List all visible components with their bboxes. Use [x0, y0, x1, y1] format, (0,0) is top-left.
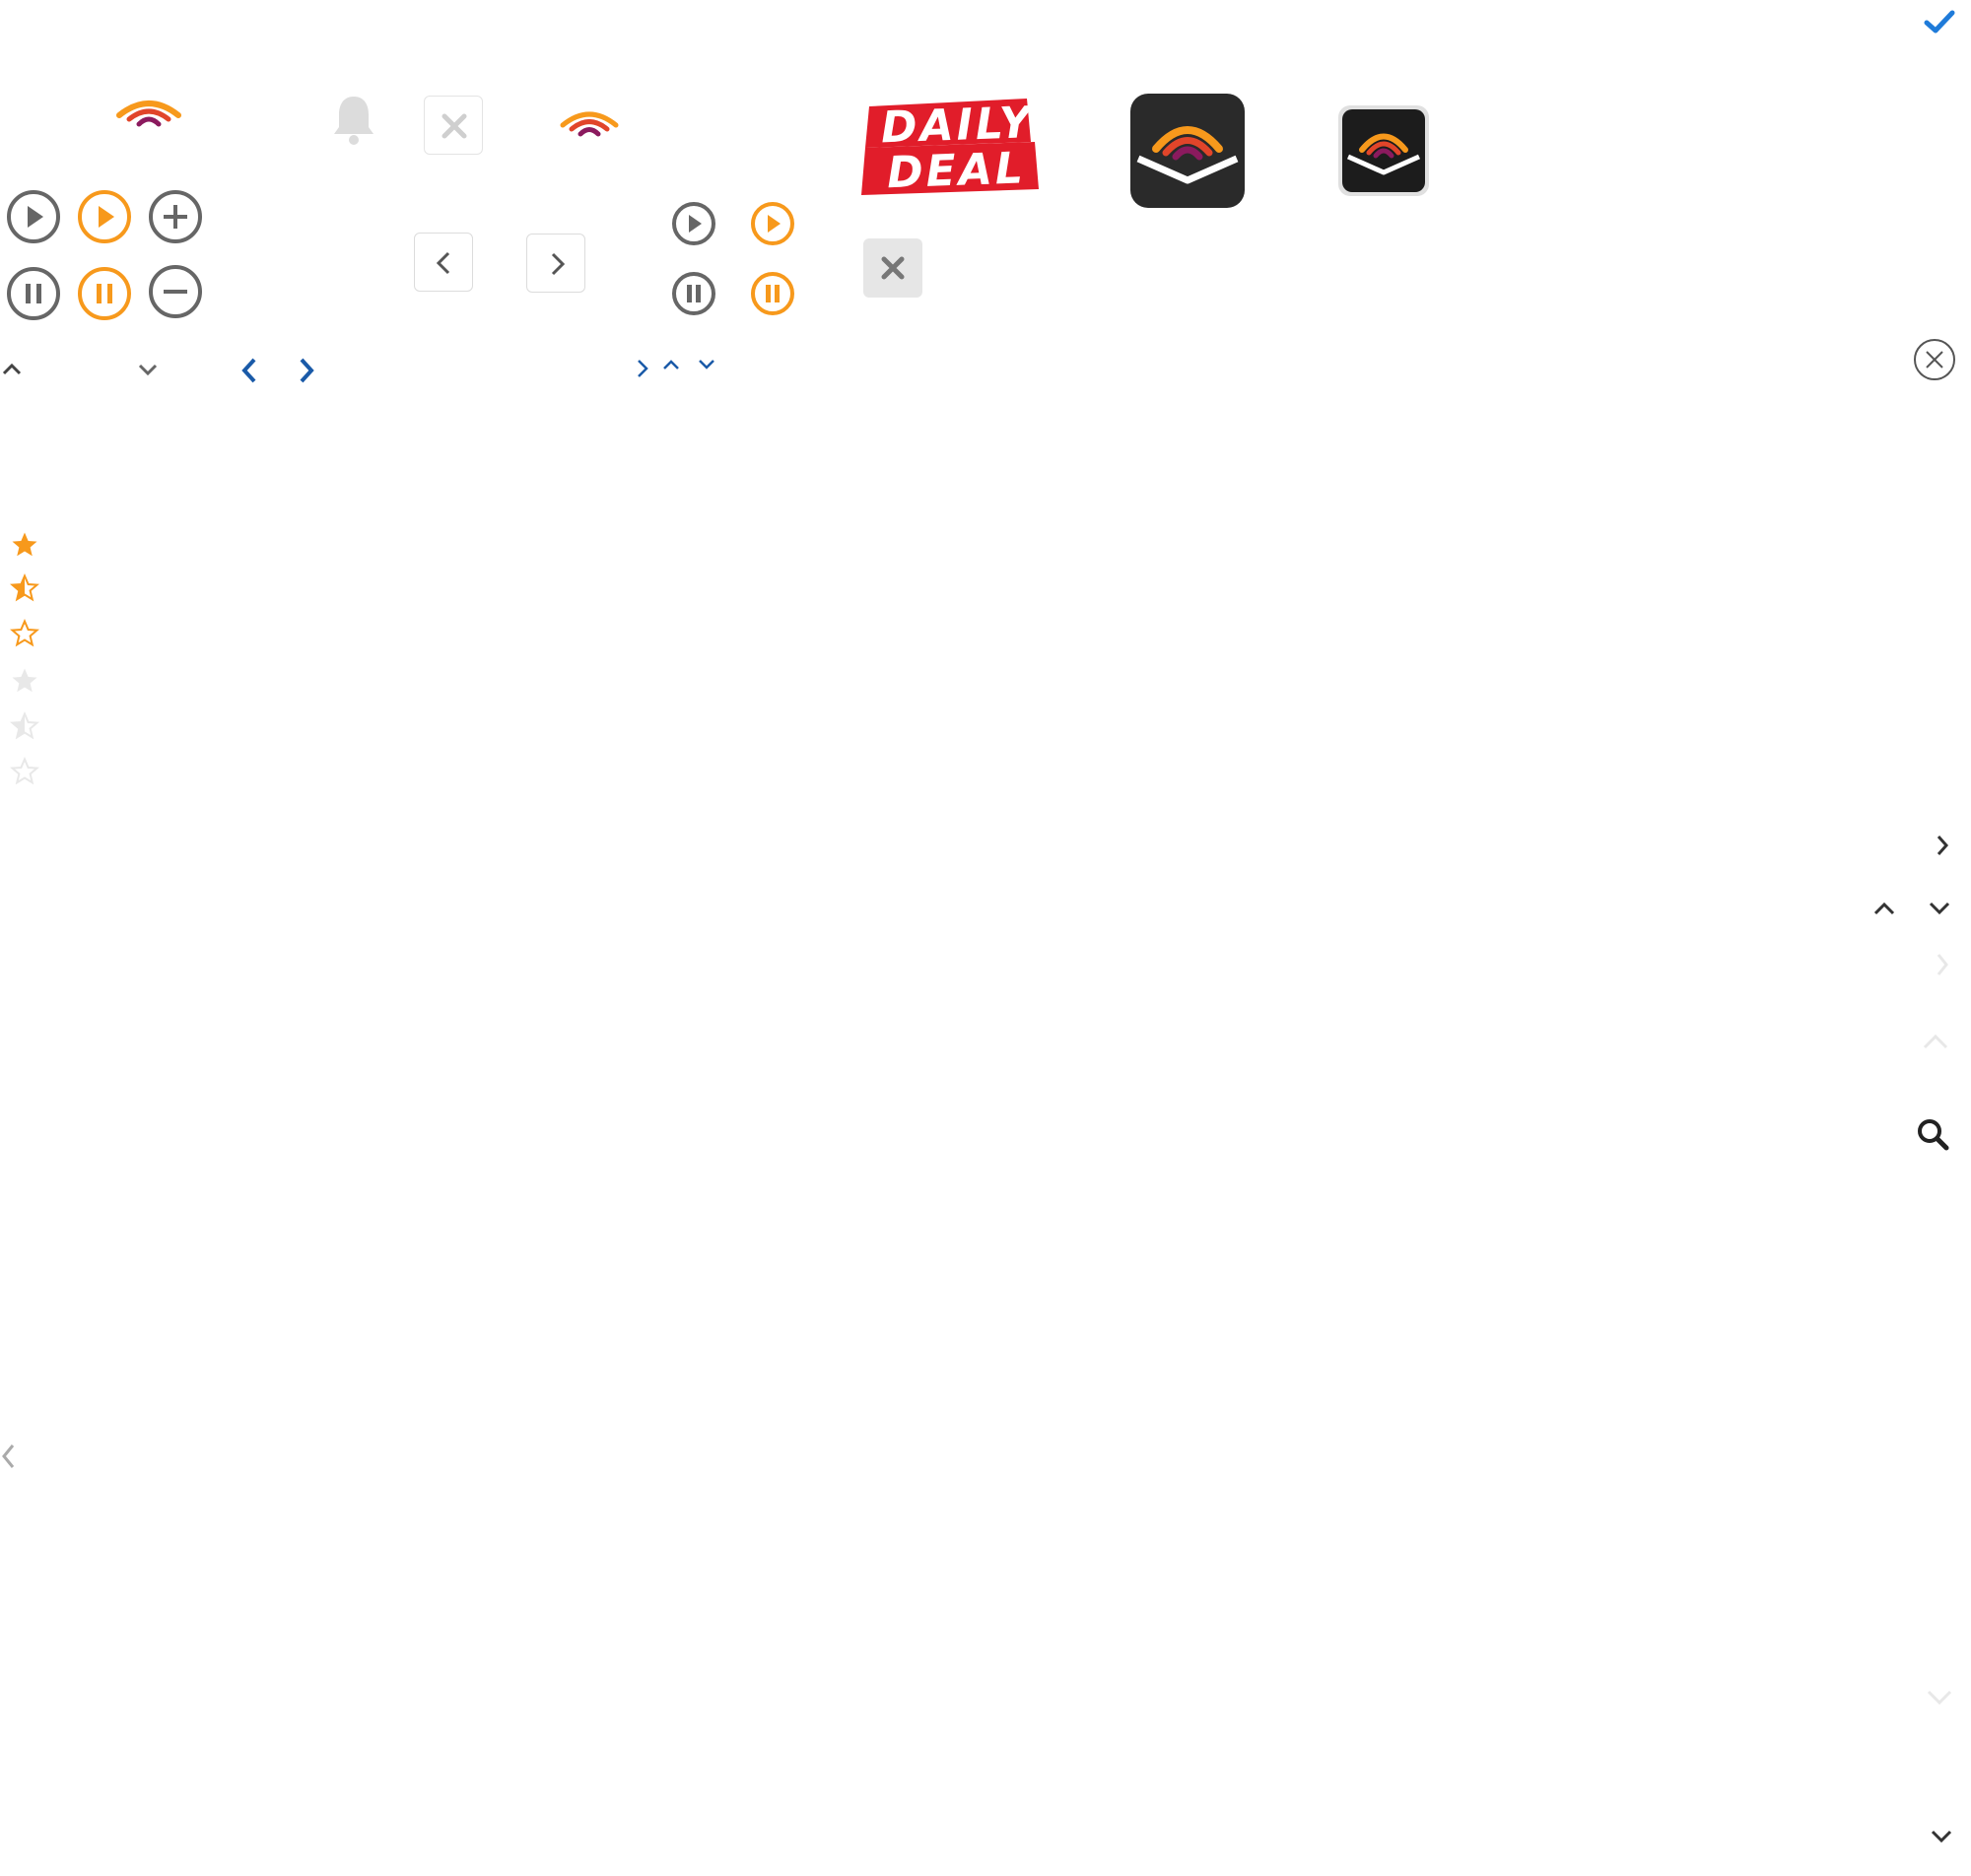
play-button-orange-medium[interactable] — [750, 201, 795, 246]
carousel-next-button[interactable] — [526, 234, 585, 293]
chevron-left-icon — [436, 251, 450, 275]
star-full-gray-icon — [12, 668, 37, 693]
close-icon — [442, 113, 467, 139]
minus-circle-icon — [149, 265, 202, 318]
star-half-orange-icon — [9, 572, 40, 602]
play-circle-icon — [672, 202, 715, 245]
chevron-right-icon — [551, 252, 566, 276]
check-icon — [1924, 10, 1955, 34]
play-button-orange[interactable] — [77, 189, 132, 244]
pause-circle-icon — [672, 272, 715, 315]
chevron-left-icon[interactable] — [0, 1442, 16, 1470]
play-button-gray[interactable] — [6, 189, 61, 244]
close-circle-icon[interactable] — [1912, 337, 1957, 382]
close-button-gray[interactable] — [863, 238, 922, 298]
carousel-prev-button[interactable] — [414, 233, 473, 292]
chevron-down-icon[interactable] — [1926, 1689, 1953, 1707]
chevron-down-icon[interactable] — [1930, 1829, 1953, 1844]
star-half-gray-icon — [9, 710, 40, 740]
chevron-up-icon[interactable] — [1872, 901, 1896, 916]
audible-app-icon-framed — [1338, 105, 1429, 196]
play-circle-icon — [751, 202, 794, 245]
add-button[interactable] — [148, 189, 203, 244]
search-icon[interactable] — [1916, 1117, 1949, 1151]
chevron-right-icon[interactable] — [298, 357, 315, 384]
chevron-down-icon[interactable] — [138, 363, 158, 376]
plus-circle-icon — [149, 190, 202, 243]
audible-wifi-logo-icon — [560, 111, 619, 137]
audible-app-icon — [1342, 109, 1425, 192]
pause-button-gray[interactable] — [6, 266, 61, 321]
chevron-up-icon[interactable] — [2, 363, 22, 376]
chevron-right-icon[interactable] — [1936, 834, 1949, 857]
play-circle-icon — [7, 190, 60, 243]
pause-circle-icon — [7, 267, 60, 320]
chevron-right-icon[interactable] — [1936, 952, 1949, 977]
star-empty-gray-icon — [9, 756, 40, 785]
close-icon — [881, 256, 905, 280]
pause-button-orange[interactable] — [77, 266, 132, 321]
chevron-down-icon[interactable] — [1928, 901, 1951, 916]
pause-button-orange-medium[interactable] — [750, 271, 795, 316]
pause-circle-icon — [78, 267, 131, 320]
star-empty-orange-icon — [9, 618, 40, 647]
daily-deal-line2: DEAL — [886, 143, 1026, 198]
chevron-right-icon[interactable] — [637, 359, 648, 378]
play-button-gray-medium[interactable] — [671, 201, 716, 246]
star-full-orange-icon — [12, 532, 37, 557]
pause-button-gray-medium[interactable] — [671, 271, 716, 316]
daily-deal-banner-icon: DAILY DEAL — [861, 98, 1039, 198]
remove-button[interactable] — [148, 264, 203, 319]
pause-circle-icon — [751, 272, 794, 315]
chevron-down-icon[interactable] — [698, 359, 715, 370]
audible-app-icon — [1130, 94, 1245, 208]
audible-wifi-logo-icon — [116, 100, 181, 127]
chevron-up-icon[interactable] — [662, 359, 680, 370]
chevron-up-icon[interactable] — [1922, 1033, 1949, 1050]
play-circle-icon — [78, 190, 131, 243]
close-button-light[interactable] — [424, 96, 483, 155]
chevron-left-icon[interactable] — [240, 357, 258, 384]
bell-icon — [334, 97, 374, 145]
